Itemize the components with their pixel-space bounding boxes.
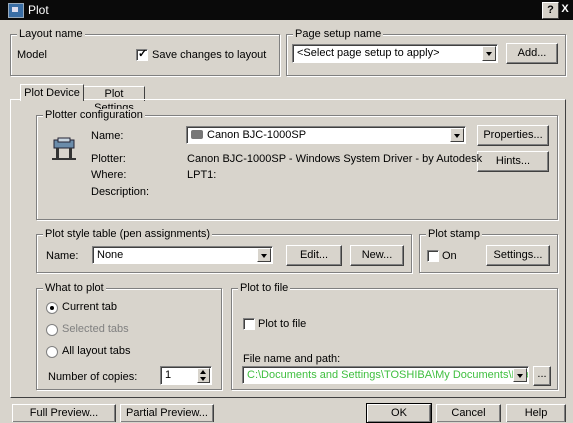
plot-style-legend: Plot style table (pen assignments)	[43, 228, 213, 241]
properties-button[interactable]: Properties...	[477, 125, 549, 146]
plot-style-name-label: Name:	[46, 250, 79, 262]
add-button[interactable]: Add...	[506, 43, 558, 64]
plotter-label: Plotter:	[91, 153, 126, 165]
selected-tabs-radio[interactable]	[46, 324, 58, 336]
help-icon[interactable]: ?	[542, 2, 559, 19]
save-changes-label: Save changes to layout	[152, 49, 267, 61]
page-setup-select[interactable]: <Select page setup to apply>	[292, 44, 498, 63]
file-path-value: C:\Documents and Settings\TOSHIBA\My Doc…	[247, 369, 529, 381]
full-preview-button[interactable]: Full Preview...	[12, 404, 116, 422]
copies-stepper[interactable]: 1	[160, 366, 212, 385]
current-tab-label: Current tab	[62, 301, 118, 313]
window-title: Plot	[28, 3, 49, 17]
plotter-config-legend: Plotter configuration	[43, 109, 145, 122]
chevron-down-icon[interactable]	[513, 368, 527, 382]
chevron-down-icon[interactable]	[482, 46, 496, 61]
plotter-name-label: Name:	[91, 130, 124, 142]
spin-arrows-icon[interactable]	[197, 368, 210, 383]
what-to-plot-legend: What to plot	[43, 282, 106, 295]
plotter-name-value: Canon BJC-1000SP	[207, 129, 307, 141]
close-icon[interactable]: X	[559, 2, 571, 17]
plot-stamp-on-label: On	[442, 250, 457, 262]
where-label: Where:	[91, 169, 127, 181]
browse-button[interactable]: ...	[533, 366, 551, 386]
hints-button[interactable]: Hints...	[477, 151, 549, 172]
edit-button[interactable]: Edit...	[286, 245, 342, 266]
new-button[interactable]: New...	[350, 245, 404, 266]
ok-button[interactable]: OK	[366, 403, 432, 423]
page-setup-legend: Page setup name	[293, 28, 384, 41]
current-tab-radio[interactable]	[46, 302, 58, 314]
file-path-input[interactable]: C:\Documents and Settings\TOSHIBA\My Doc…	[242, 366, 529, 384]
where-value: LPT1:	[187, 169, 217, 181]
plotter-icon	[50, 136, 78, 162]
plot-style-select[interactable]: None	[92, 246, 273, 264]
layout-name-legend: Layout name	[17, 28, 85, 41]
all-layout-tabs-label: All layout tabs	[62, 345, 131, 357]
tab-plot-device[interactable]: Plot Device	[20, 84, 84, 101]
plot-stamp-on-checkbox[interactable]	[427, 250, 439, 262]
all-layout-tabs-radio[interactable]	[46, 346, 58, 358]
plot-to-file-legend: Plot to file	[238, 282, 291, 295]
description-label: Description:	[91, 186, 150, 198]
title-bar: Plot ? X	[0, 0, 573, 20]
partial-preview-button[interactable]: Partial Preview...	[120, 404, 214, 422]
chevron-down-icon[interactable]	[257, 248, 271, 262]
copies-label: Number of copies:	[48, 371, 138, 383]
printer-icon	[191, 130, 203, 139]
plot-style-value: None	[97, 249, 124, 261]
plot-to-file-checkbox[interactable]	[243, 318, 255, 330]
cancel-button[interactable]: Cancel	[436, 404, 501, 422]
plotter-name-select[interactable]: Canon BJC-1000SP	[186, 126, 466, 144]
page-setup-select-value: <Select page setup to apply>	[297, 47, 440, 59]
file-path-label: File name and path:	[243, 353, 341, 365]
plot-stamp-legend: Plot stamp	[426, 228, 482, 241]
chevron-down-icon[interactable]	[450, 128, 464, 142]
plotter-value: Canon BJC-1000SP - Windows System Driver…	[187, 153, 483, 165]
plot-to-file-label: Plot to file	[258, 318, 307, 330]
layout-name-value: Model	[17, 49, 47, 61]
stamp-settings-button[interactable]: Settings...	[486, 245, 550, 266]
help-button[interactable]: Help	[506, 404, 566, 422]
plot-app-icon	[8, 3, 24, 18]
selected-tabs-label: Selected tabs	[62, 323, 129, 335]
save-changes-checkbox[interactable]: ✓	[136, 48, 148, 61]
copies-value: 1	[165, 369, 172, 381]
